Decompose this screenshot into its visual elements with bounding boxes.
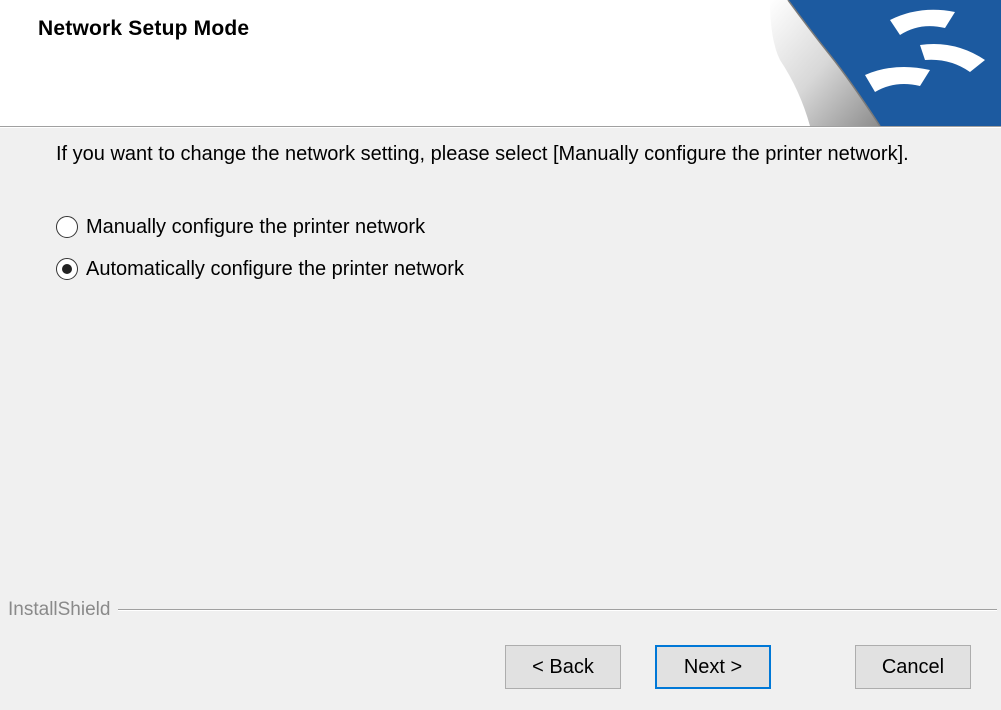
installshield-divider: InstallShield xyxy=(0,598,1001,622)
cancel-button[interactable]: Cancel xyxy=(855,645,971,689)
divider-line-highlight xyxy=(8,610,997,611)
instruction-text: If you want to change the network settin… xyxy=(56,143,909,165)
installer-banner-logo-icon xyxy=(770,0,1001,126)
radio-label[interactable]: Automatically configure the printer netw… xyxy=(86,258,464,281)
installshield-brand-label: InstallShield xyxy=(8,598,119,622)
back-button[interactable]: < Back xyxy=(505,645,621,689)
radio-button-icon[interactable] xyxy=(56,216,78,238)
page-title: Network Setup Mode xyxy=(38,17,250,40)
radio-button-selected-icon[interactable] xyxy=(56,258,78,280)
radio-automatic-configure[interactable]: Automatically configure the printer netw… xyxy=(56,256,464,282)
next-button[interactable]: Next > xyxy=(655,645,771,689)
radio-label[interactable]: Manually configure the printer network xyxy=(86,216,425,239)
radio-manual-configure[interactable]: Manually configure the printer network xyxy=(56,214,425,240)
header-divider-highlight xyxy=(0,127,1001,128)
header-banner: Network Setup Mode xyxy=(0,0,1001,126)
